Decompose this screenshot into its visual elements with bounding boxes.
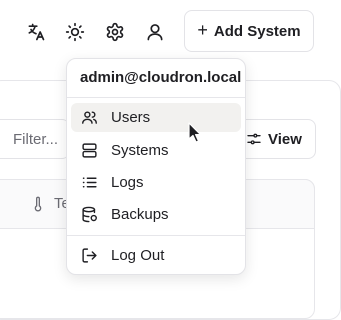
database-backup-icon	[80, 206, 98, 224]
menu-item-label: Log Out	[111, 247, 165, 264]
user-dropdown-menu: admin@cloudron.local Users Systems Logs	[66, 58, 246, 275]
users-icon	[80, 109, 98, 127]
sliders-icon	[247, 133, 261, 145]
theme-toggle-button[interactable]	[59, 16, 91, 48]
menu-item-systems[interactable]: Systems	[71, 136, 241, 165]
menu-item-backups[interactable]: Backups	[71, 200, 241, 229]
menu-item-label: Systems	[111, 142, 169, 159]
settings-button[interactable]	[99, 16, 131, 48]
filter-placeholder: Filter...	[13, 130, 59, 148]
menu-item-label: Users	[111, 109, 151, 126]
menu-item-label: Backups	[111, 206, 169, 223]
add-system-label: Add System	[213, 22, 301, 40]
list-icon	[80, 174, 98, 192]
menu-item-logs[interactable]: Logs	[71, 168, 241, 197]
server-icon	[80, 142, 98, 160]
add-system-button[interactable]: + Add System	[184, 10, 314, 52]
thermometer-icon	[34, 196, 42, 211]
gear-icon	[106, 22, 124, 42]
user-icon	[147, 24, 163, 41]
mouse-cursor-icon	[188, 122, 202, 143]
view-label: View	[268, 130, 302, 148]
language-button[interactable]	[20, 16, 52, 48]
menu-separator	[67, 97, 245, 98]
user-email: admin@cloudron.local	[80, 69, 242, 86]
menu-item-logout[interactable]: Log Out	[71, 241, 241, 270]
logout-icon	[80, 247, 98, 265]
sun-icon	[65, 22, 85, 42]
menu-separator	[67, 235, 245, 236]
filter-input[interactable]: Filter...	[0, 119, 70, 159]
menu-item-label: Logs	[111, 174, 144, 191]
plus-icon: +	[197, 20, 208, 40]
translate-icon	[28, 23, 45, 41]
temperature-column-header[interactable]: Te	[30, 195, 70, 212]
user-menu-button[interactable]	[139, 16, 171, 48]
menu-item-users[interactable]: Users	[71, 103, 241, 132]
